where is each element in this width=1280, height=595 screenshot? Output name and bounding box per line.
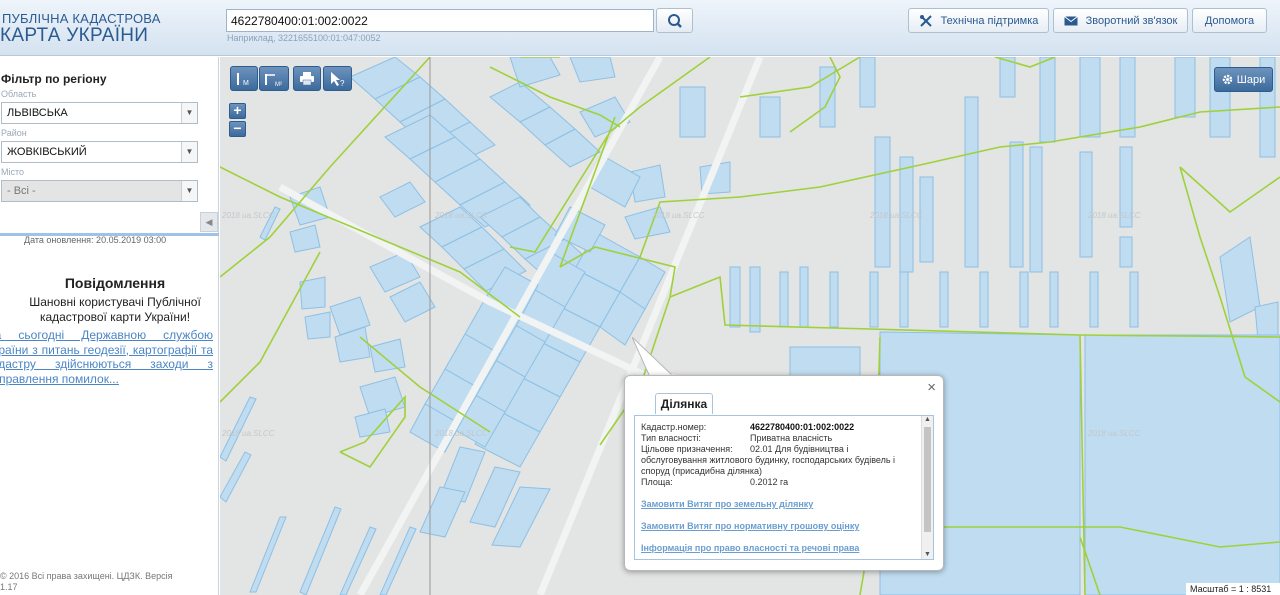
map-scale: Масштаб = 1 : 8531 <box>1186 583 1280 595</box>
purpose-label: Цільове призначення: <box>641 444 733 454</box>
chevron-down-icon: ▼ <box>181 142 197 162</box>
order-extract-link[interactable]: Замовити Витяг про земельну ділянку <box>641 499 813 509</box>
scroll-down-arrow[interactable]: ▼ <box>922 551 933 558</box>
sidebar: Фільтр по регіону Область ЛЬВІВСЬКА ▼ Ра… <box>0 57 219 595</box>
measure-distance-button[interactable]: M <box>230 66 258 91</box>
raion-value: ЖОВКІВСЬКИЙ <box>7 146 87 158</box>
tab-parcel[interactable]: Ділянка <box>655 393 713 414</box>
map-canvas[interactable]: 2018 ua.SLCC 2018 ua.SLCC 2018 ua.SLCC 2… <box>220 57 1280 595</box>
filter-title: Фільтр по регіону <box>1 72 107 86</box>
purpose-value-1: 02.01 Для будівництва і <box>750 444 849 454</box>
layers-label: Шари <box>1236 73 1266 86</box>
ruler-icon: M <box>237 72 249 87</box>
own-value: Приватна власність <box>750 433 833 443</box>
logo-line1: ПУБЛІЧНА КАДАСТРОВА <box>2 11 161 26</box>
header: ПУБЛІЧНА КАДАСТРОВА КАРТА УКРАЇНИ Наприк… <box>0 0 1280 56</box>
cursor-question-icon: ? <box>330 71 345 87</box>
help-button[interactable]: Допомога <box>1192 8 1267 33</box>
watermark-text: 2018 ua.SLCC <box>1087 429 1141 438</box>
purpose-value-2: обслуговування житлового будинку, господ… <box>641 455 896 465</box>
logo-line2: КАРТА УКРАЇНИ <box>0 25 149 46</box>
order-valuation-link[interactable]: Замовити Витяг про нормативну грошову оц… <box>641 521 859 531</box>
raion-label: Район <box>1 128 27 138</box>
collapse-sidebar-button[interactable]: ◀ <box>200 212 218 232</box>
update-date: Дата оновлення: 20.05.2019 03:00 <box>24 235 167 245</box>
popup-scrollbar[interactable]: ▲ ▼ <box>921 416 933 559</box>
support-button[interactable]: Технічна підтримка <box>908 8 1049 33</box>
zoom-in-button[interactable]: + <box>229 103 246 119</box>
svg-text:M²: M² <box>275 82 282 87</box>
feedback-label: Зворотний зв'язок <box>1085 14 1178 27</box>
ownership-info-link[interactable]: Інформація про право власності та речові… <box>641 543 859 553</box>
identify-button[interactable]: ? <box>323 66 352 91</box>
help-label: Допомога <box>1204 14 1255 27</box>
cad-label: Кадастр.номер: <box>641 422 707 432</box>
feedback-button[interactable]: Зворотний зв'язок <box>1053 8 1188 33</box>
parcel-popup: × Ділянка Кадастр.номер: 4622780400:01:0… <box>624 375 944 571</box>
svg-text:?: ? <box>340 79 345 87</box>
own-label: Тип власності: <box>641 433 701 443</box>
envelope-icon <box>1063 15 1078 25</box>
area-label: Площа: <box>641 477 673 487</box>
svg-text:M: M <box>243 80 249 87</box>
close-icon[interactable]: × <box>927 379 936 396</box>
layers-button[interactable]: Шари <box>1214 67 1273 92</box>
search-button[interactable] <box>656 8 693 33</box>
watermark-text: 2018 ua.SLCC <box>651 211 705 220</box>
area-icon: M² <box>265 73 282 87</box>
city-label: Місто <box>1 167 25 177</box>
watermark-text: 2018 ua.SLCC <box>434 429 488 438</box>
search-input[interactable] <box>226 9 654 32</box>
raion-select[interactable]: ЖОВКІВСЬКИЙ ▼ <box>1 141 198 163</box>
zoom-out-button[interactable]: − <box>229 121 246 137</box>
gear-icon <box>1222 74 1233 85</box>
copyright: © 2016 Всі права захищені. ЦДЗК. Версія … <box>0 571 173 592</box>
cad-value: 4622780400:01:002:0022 <box>750 422 855 432</box>
watermark-text: 2018 ua.SLCC <box>869 211 923 220</box>
chevron-down-icon: ▼ <box>181 181 197 201</box>
scroll-up-arrow[interactable]: ▲ <box>922 416 933 427</box>
city-select[interactable]: - Всі - ▼ <box>1 180 198 202</box>
oblast-value: ЛЬВІВСЬКА <box>7 107 68 119</box>
watermark-text: 2018 ua.SLCC <box>221 211 275 220</box>
news-link[interactable]: На сьогодні Державною службою України з … <box>0 328 213 386</box>
news-title: Повідомлення <box>64 275 166 291</box>
oblast-label: Область <box>1 89 37 99</box>
purpose-value-3: споруд (присадибна ділянка) <box>641 466 763 476</box>
chevron-down-icon: ▼ <box>181 103 197 123</box>
watermark-text: 2018 ua.SLCC <box>434 211 488 220</box>
support-label: Технічна підтримка <box>940 14 1039 27</box>
watermark-text: 2018 ua.SLCC <box>221 429 275 438</box>
area-value: 0.2012 га <box>750 477 789 487</box>
city-value: - Всі - <box>7 185 36 197</box>
search-hint: Наприклад, 3221655100:01:047:0052 <box>227 33 381 43</box>
watermark-text: 2018 ua.SLCC <box>1087 211 1141 220</box>
tools-icon <box>919 14 932 27</box>
print-button[interactable] <box>293 66 321 91</box>
oblast-select[interactable]: ЛЬВІВСЬКА ▼ <box>1 102 198 124</box>
popup-body: Кадастр.номер: 4622780400:01:002:0022 Ти… <box>634 415 934 560</box>
printer-icon <box>300 72 314 85</box>
scroll-thumb[interactable] <box>924 427 931 532</box>
search-icon <box>668 14 682 28</box>
measure-area-button[interactable]: M² <box>259 66 289 91</box>
news-text: Шановні користувачі Публічної кадастрово… <box>29 295 201 324</box>
